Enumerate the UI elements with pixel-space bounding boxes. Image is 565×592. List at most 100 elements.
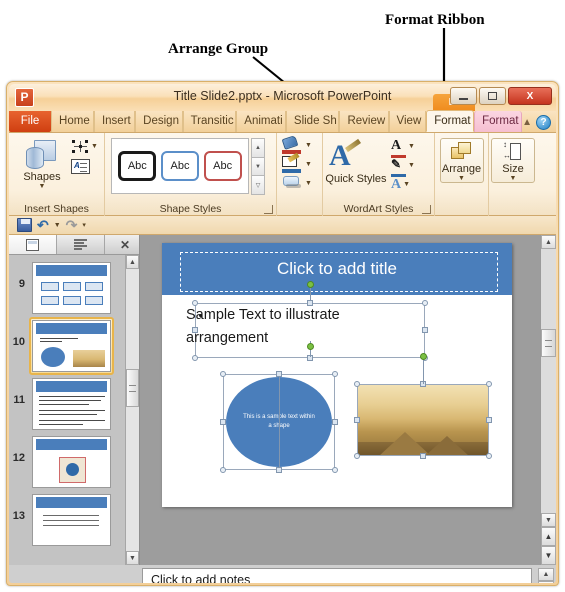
undo-dropdown-arrow-icon[interactable]: ▼ (54, 222, 61, 229)
rotate-handle[interactable] (307, 343, 314, 350)
picture-selection-frame[interactable] (357, 384, 489, 456)
thumbnail-slide-9[interactable] (32, 262, 111, 314)
rotate-handle[interactable] (420, 353, 427, 360)
scroll-up-button[interactable]: ▲ (126, 255, 139, 269)
save-icon[interactable] (17, 218, 32, 232)
notes-input[interactable]: Click to add notes (142, 568, 532, 583)
edit-shape-button[interactable]: ▼ (71, 139, 98, 154)
text-fill-button[interactable]: A ▼ (391, 137, 433, 158)
shape-style-blue[interactable]: Abc (160, 151, 199, 181)
resize-handle[interactable] (486, 417, 492, 423)
slide-title-placeholder[interactable]: Click to add title (162, 243, 512, 295)
maximize-restore-button[interactable] (479, 87, 506, 105)
scroll-thumb[interactable] (541, 329, 556, 357)
resize-handle[interactable] (192, 327, 198, 333)
shape-style-black[interactable]: Abc (118, 151, 157, 181)
text-effects-dropdown-arrow-icon[interactable]: ▼ (403, 181, 410, 188)
resize-handle[interactable] (354, 417, 360, 423)
list-item[interactable]: 11 (9, 375, 125, 433)
minimize-button[interactable] (450, 87, 477, 105)
customize-qat-icon[interactable]: ▾ (82, 221, 86, 229)
shape-styles-gallery[interactable]: Abc Abc Abc (111, 138, 249, 194)
shape-fill-dropdown-arrow-icon[interactable]: ▼ (305, 142, 312, 149)
resize-handle[interactable] (220, 371, 226, 377)
text-box-button[interactable]: A (71, 159, 90, 174)
close-button[interactable]: X (508, 87, 552, 105)
shapes-button[interactable]: Shapes ▼ (15, 137, 69, 190)
thumbnail-slide-12[interactable] (32, 436, 111, 488)
redo-icon[interactable]: ↷ (66, 218, 78, 232)
tab-slide-show[interactable]: Slide Sh (285, 111, 340, 132)
chevron-up-icon[interactable]: ▲ (522, 117, 532, 128)
resize-handle[interactable] (420, 453, 426, 459)
arrange-dropdown-arrow-icon[interactable]: ▼ (441, 175, 483, 182)
list-item[interactable]: 12 (9, 433, 125, 491)
thumbnail-slide-10[interactable] (32, 320, 111, 372)
list-item[interactable]: 13 (9, 491, 125, 549)
tab-slides[interactable] (9, 235, 57, 254)
resize-handle[interactable] (486, 381, 492, 387)
list-item[interactable]: 10 (9, 317, 125, 375)
tab-review[interactable]: Review (339, 111, 389, 132)
thumbnail-list[interactable]: 9 10 11 12 13 (9, 255, 125, 565)
resize-handle[interactable] (332, 371, 338, 377)
tab-format[interactable]: Format (426, 110, 475, 132)
text-effects-button[interactable]: A ▼ (391, 175, 433, 194)
tab-home[interactable]: Home (51, 111, 94, 132)
notes-scroll-up-button[interactable]: ▲ (538, 568, 554, 581)
close-panel-icon[interactable]: ✕ (111, 235, 139, 254)
tab-design[interactable]: Design (135, 111, 183, 132)
thumbnail-slide-13[interactable] (32, 494, 111, 546)
thumbnail-slide-11[interactable] (32, 378, 111, 430)
scroll-track[interactable] (126, 269, 139, 551)
resize-handle[interactable] (354, 381, 360, 387)
shapes-dropdown-arrow-icon[interactable]: ▼ (15, 183, 69, 190)
gallery-scroll-up-button[interactable]: ▲ (251, 138, 265, 158)
body-placeholder[interactable]: Sample Text to illustrate arrangement (174, 300, 404, 358)
notes-scroll-down-button[interactable]: ▼ (538, 581, 554, 583)
size-dropdown-arrow-icon[interactable]: ▼ (492, 175, 534, 182)
scroll-thumb[interactable] (126, 369, 139, 407)
scroll-down-button[interactable]: ▼ (126, 551, 139, 565)
undo-icon[interactable]: ↶ (37, 218, 49, 232)
gallery-scroll-down-button[interactable]: ▼ (251, 156, 265, 177)
resize-handle[interactable] (422, 327, 428, 333)
resize-handle[interactable] (354, 453, 360, 459)
resize-handle[interactable] (486, 453, 492, 459)
resize-handle[interactable] (276, 467, 282, 473)
tab-file[interactable]: File (9, 111, 52, 132)
scroll-track[interactable] (541, 249, 556, 513)
arrange-button[interactable]: Arrange ▼ (439, 138, 484, 183)
resize-handle[interactable] (422, 300, 428, 306)
size-button[interactable]: ↕ ↔ Size ▼ (491, 138, 535, 183)
resize-handle[interactable] (332, 467, 338, 473)
resize-handle[interactable] (332, 419, 338, 425)
tab-transitions[interactable]: Transitic (182, 111, 237, 132)
slide-vertical-scrollbar[interactable]: ▲ ▼ ▲ ▼ (540, 235, 556, 565)
tab-format-contextual[interactable]: Format (474, 111, 523, 132)
gallery-more-button[interactable]: ▽ (251, 175, 265, 196)
shape-outline-button[interactable]: ▼ (281, 152, 312, 173)
tab-view[interactable]: View (388, 111, 427, 132)
rotate-handle[interactable] (307, 281, 314, 288)
shape-outline-dropdown-arrow-icon[interactable]: ▼ (305, 161, 312, 168)
slides-panel-scrollbar[interactable]: ▲ ▼ (125, 255, 139, 565)
resize-handle[interactable] (220, 419, 226, 425)
previous-slide-button[interactable]: ▲ (541, 527, 556, 546)
notes-scrollbar[interactable]: ▲ ▼ (538, 568, 554, 583)
list-item[interactable]: 9 (9, 259, 125, 317)
shape-effects-button[interactable]: ▼ (281, 175, 312, 192)
text-outline-dropdown-arrow-icon[interactable]: ▼ (408, 162, 415, 169)
shape-style-red[interactable]: Abc (203, 151, 242, 181)
scroll-down-button[interactable]: ▼ (541, 513, 556, 527)
resize-handle[interactable] (192, 300, 198, 306)
shape-effects-dropdown-arrow-icon[interactable]: ▼ (305, 180, 312, 187)
tab-outline[interactable] (57, 235, 105, 254)
edit-shape-dropdown-arrow-icon[interactable]: ▼ (91, 143, 98, 150)
text-fill-dropdown-arrow-icon[interactable]: ▼ (408, 143, 415, 150)
wordart-styles-dialog-launcher[interactable] (422, 205, 431, 214)
resize-handle[interactable] (276, 371, 282, 377)
shape-styles-dialog-launcher[interactable] (264, 205, 273, 214)
tab-insert[interactable]: Insert (93, 111, 136, 132)
tab-animations[interactable]: Animati (236, 111, 286, 132)
